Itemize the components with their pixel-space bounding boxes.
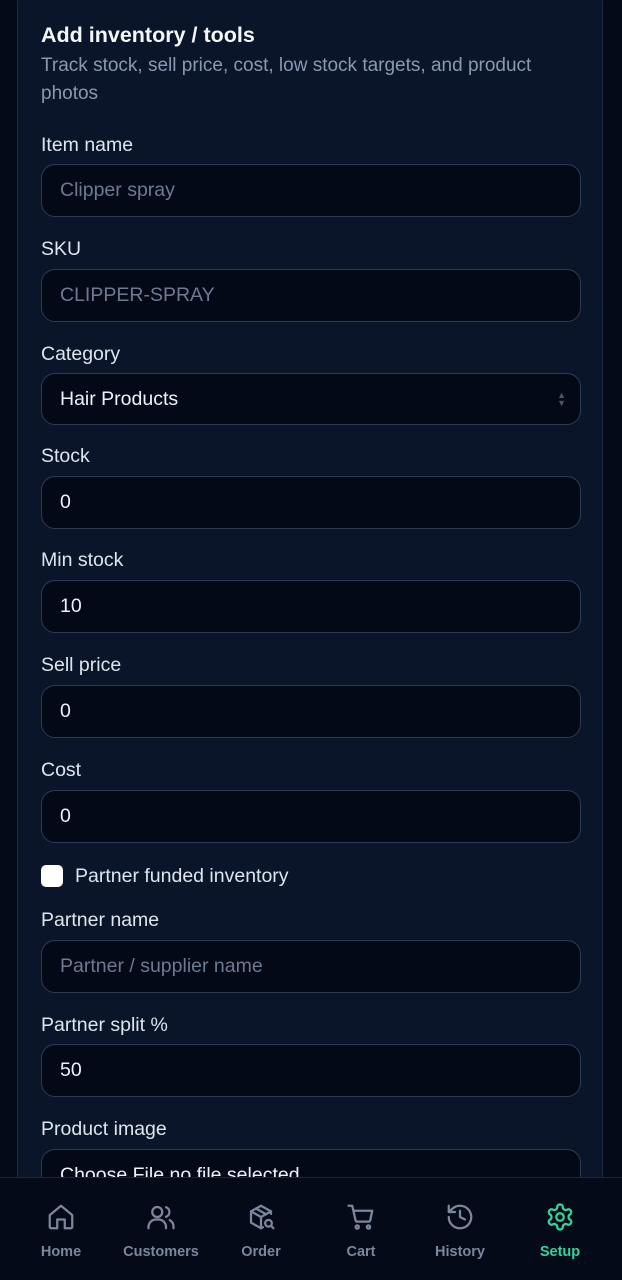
partner-funded-row[interactable]: Partner funded inventory [41,862,289,890]
nav-item-setup[interactable]: Setup [510,1178,610,1280]
partner-split-label: Partner split % [41,1014,168,1036]
partner-funded-checkbox[interactable] [41,865,63,887]
sku-input[interactable]: CLIPPER-SPRAY [41,269,581,322]
partner-split-input[interactable]: 50 [41,1044,581,1097]
stock-label: Stock [41,445,90,467]
cart-icon [346,1202,376,1232]
sell-price-value: 0 [60,700,71,722]
category-select[interactable]: Hair Products ▲ ▼ [41,373,581,425]
bottom-nav: Home Customers Order Cart History Setup [0,1177,622,1280]
nav-item-cart[interactable]: Cart [311,1178,411,1280]
stock-value: 0 [60,491,71,513]
nav-label-cart: Cart [346,1244,376,1260]
nav-item-history[interactable]: History [410,1178,510,1280]
card-subtitle: Track stock, sell price, cost, low stock… [41,55,532,104]
partner-name-placeholder: Partner / supplier name [60,955,263,977]
cost-value: 0 [60,805,71,827]
partner-split-value: 50 [60,1059,82,1081]
page: Add inventory / tools Track stock, sell … [0,0,622,1280]
partner-name-input[interactable]: Partner / supplier name [41,940,581,993]
gear-icon [545,1202,575,1232]
sell-price-label: Sell price [41,654,122,676]
item-name-label: Item name [41,134,134,156]
category-value: Hair Products [60,387,179,410]
card-title: Add inventory / tools [41,23,255,47]
min-stock-input[interactable]: 10 [41,580,581,633]
select-arrows-icon: ▲ ▼ [557,390,566,408]
min-stock-value: 10 [60,595,82,617]
product-image-label: Product image [41,1118,167,1140]
nav-label-history: History [435,1244,485,1260]
stock-input[interactable]: 0 [41,476,581,529]
category-label: Category [41,343,121,365]
history-icon [445,1202,475,1232]
min-stock-label: Min stock [41,549,124,571]
nav-label-setup: Setup [539,1244,581,1260]
sku-label: SKU [41,238,82,260]
cost-input[interactable]: 0 [41,790,581,843]
nav-item-order[interactable]: Order [211,1178,311,1280]
home-icon [46,1202,76,1232]
partner-funded-label: Partner funded inventory [75,864,289,887]
nav-item-home[interactable]: Home [11,1178,111,1280]
users-icon [146,1202,176,1232]
package-search-icon [246,1202,276,1232]
item-name-placeholder: Clipper spray [60,179,175,201]
nav-label-customers: Customers [123,1244,199,1260]
nav-label-home: Home [40,1244,82,1260]
cost-label: Cost [41,759,82,781]
partner-name-label: Partner name [41,909,160,931]
nav-label-order: Order [241,1244,281,1260]
item-name-input[interactable]: Clipper spray [41,164,581,217]
sku-placeholder: CLIPPER-SPRAY [60,284,215,306]
sell-price-input[interactable]: 0 [41,685,581,738]
nav-item-customers[interactable]: Customers [111,1178,211,1280]
